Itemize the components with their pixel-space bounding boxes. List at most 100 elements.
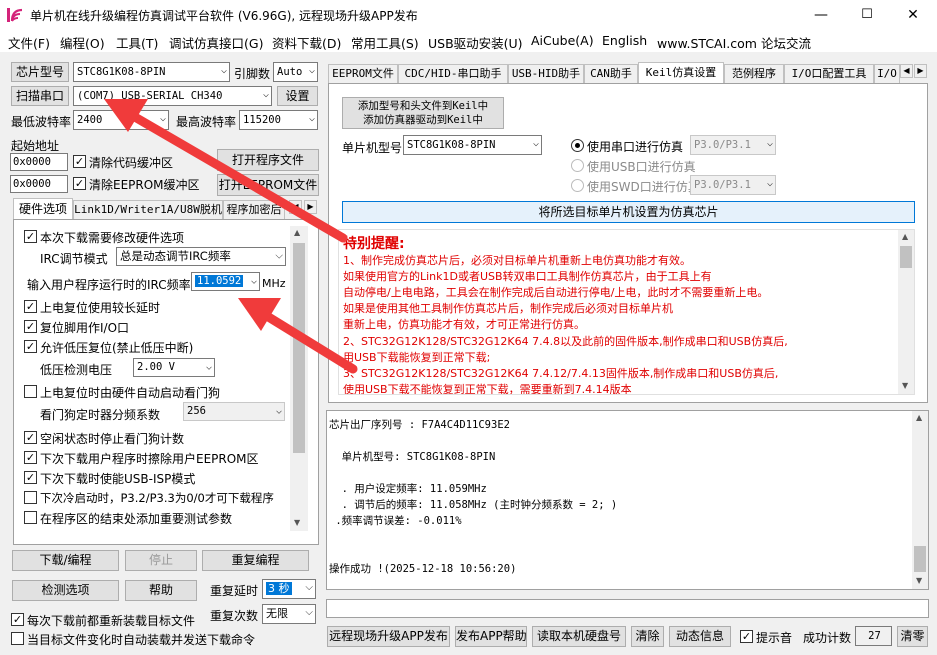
reset-count-button[interactable]: 清零 (897, 626, 928, 647)
tab-scroll-right-icon[interactable]: ▶ (914, 64, 927, 78)
sim-usb-radio[interactable] (571, 159, 584, 172)
port-select[interactable]: (COM7) USB-SERIAL CH340 ⌵ (73, 86, 272, 106)
sim-serial-radio[interactable] (571, 139, 584, 152)
irc-freq-select[interactable]: 11.0592 ⌵ (191, 272, 260, 291)
menu-file[interactable]: 文件(F) (8, 33, 50, 52)
max-baud-select[interactable]: 115200 ⌵ (239, 110, 318, 130)
auto-reload-checkbox[interactable] (11, 632, 24, 645)
irc-mode-select[interactable]: 总是动态调节IRC频率 ⌵ (116, 247, 286, 266)
reset-pin-io-checkbox[interactable]: ✓ (24, 320, 37, 333)
minimize-icon[interactable]: — (798, 0, 844, 30)
maximize-icon[interactable]: ☐ (844, 0, 890, 30)
notice-scrollbar[interactable]: ▲ ▼ (898, 230, 914, 394)
lv-detect-select[interactable]: 2.00 V ⌵ (133, 358, 215, 377)
scroll-thumb[interactable] (900, 246, 912, 268)
menu-program[interactable]: 编程(O) (60, 33, 105, 52)
tab-usb-hid[interactable]: USB-HID助手 (508, 64, 584, 83)
menu-tools[interactable]: 工具(T) (116, 33, 158, 52)
close-icon[interactable]: ✕ (890, 0, 936, 30)
tab-can[interactable]: CAN助手 (584, 64, 638, 83)
beep-checkbox[interactable]: ✓ (740, 630, 753, 643)
power-reset-delay-checkbox[interactable]: ✓ (24, 300, 37, 313)
erase-eeprom-checkbox[interactable]: ✓ (24, 451, 37, 464)
settings-button[interactable]: 设置 (277, 86, 318, 106)
pin-count-label: 引脚数 (234, 67, 271, 81)
scroll-down-icon[interactable]: ▼ (294, 518, 300, 527)
modify-hw-checkbox[interactable]: ✓ (24, 230, 37, 243)
scroll-down-icon[interactable]: ▼ (902, 381, 908, 390)
scan-port-button[interactable]: 扫描串口 (11, 86, 69, 106)
scroll-thumb[interactable] (293, 243, 305, 453)
reprogram-button[interactable]: 重复编程 (202, 550, 309, 571)
chip-type-button[interactable]: 芯片型号 (11, 62, 69, 82)
tab-cdc-hid-serial[interactable]: CDC/HID-串口助手 (398, 64, 508, 83)
min-baud-label: 最低波特率 (11, 115, 72, 129)
repeat-count-select[interactable]: 无限 ⌵ (262, 604, 316, 624)
low-voltage-reset-checkbox[interactable]: ✓ (24, 340, 37, 353)
menu-common-tools[interactable]: 常用工具(S) (351, 33, 419, 52)
stop-button[interactable]: 停止 (125, 550, 197, 571)
clear-eeprom-checkbox[interactable]: ✓ (73, 177, 86, 190)
min-baud-value: 2400 (77, 114, 103, 126)
code-address-input[interactable]: 0x0000 (10, 153, 68, 171)
publish-help-button[interactable]: 发布APP帮助 (455, 626, 527, 647)
start-address-label: 起始地址 (11, 139, 60, 153)
anim-info-button[interactable]: 动态信息 (669, 626, 731, 647)
tab-keil-sim[interactable]: Keil仿真设置 (638, 62, 724, 83)
open-program-button[interactable]: 打开程序文件 (217, 149, 319, 171)
clear-code-checkbox[interactable]: ✓ (73, 155, 86, 168)
add-test-params-checkbox[interactable] (24, 511, 37, 524)
reload-every-checkbox[interactable]: ✓ (11, 613, 24, 626)
mcu-model-select[interactable]: STC8G1K08-8PIN ⌵ (403, 135, 542, 155)
wdt-div-value: 256 (187, 405, 206, 417)
clear-button[interactable]: 清除 (631, 626, 664, 647)
tab-examples[interactable]: 范例程序 (724, 64, 784, 83)
idle-stop-wdt-checkbox[interactable]: ✓ (24, 431, 37, 444)
help-button[interactable]: 帮助 (125, 580, 197, 601)
eeprom-address-input[interactable]: 0x0000 (10, 175, 68, 193)
sim-serial-port-select[interactable]: P3.0/P3.1 ⌵ (690, 135, 776, 155)
sim-swd-port-value: P3.0/P3.1 (694, 179, 751, 191)
menu-forum[interactable]: www.STCAI.com 论坛交流 (657, 33, 811, 52)
min-baud-select[interactable]: 2400 ⌵ (73, 110, 169, 130)
add-to-keil-button[interactable]: 添加型号和头文件到Keil中 添加仿真器驱动到Keil中 (342, 97, 504, 129)
usb-isp-checkbox[interactable]: ✓ (24, 471, 37, 484)
log-scrollbar[interactable]: ▲ ▼ (912, 411, 928, 589)
auto-wdt-checkbox[interactable] (24, 385, 37, 398)
pin-count-select[interactable]: Auto ⌵ (273, 62, 318, 82)
tab-io-more[interactable]: I/O (874, 64, 900, 83)
open-eeprom-button[interactable]: 打开EEPROM文件 (217, 174, 319, 196)
tab-hardware-options[interactable]: 硬件选项 (13, 198, 73, 219)
cold-boot-checkbox[interactable] (24, 491, 37, 504)
notice-title: 特别提醒: (343, 236, 405, 252)
scroll-up-icon[interactable]: ▲ (902, 232, 908, 241)
menu-aicube[interactable]: AiCube(A) (531, 33, 594, 48)
scroll-down-icon[interactable]: ▼ (916, 576, 922, 585)
sim-swd-radio[interactable] (571, 179, 584, 192)
tab-offline-writer[interactable]: Link1D/Writer1A/U8W脱机 (73, 200, 223, 219)
remote-upgrade-button[interactable]: 远程现场升级APP发布 (327, 626, 450, 647)
tab-eeprom-file[interactable]: EEPROM文件 (328, 64, 398, 83)
chip-type-select[interactable]: STC8G1K08-8PIN ⌵ (73, 62, 230, 82)
set-sim-chip-button[interactable]: 将所选目标单片机设置为仿真芯片 (342, 201, 915, 223)
scroll-up-icon[interactable]: ▲ (916, 413, 922, 422)
sim-swd-port-select[interactable]: P3.0/P3.1 ⌵ (690, 175, 776, 195)
check-options-button[interactable]: 检测选项 (12, 580, 119, 601)
wdt-div-select[interactable]: 256 ⌵ (183, 402, 285, 421)
pin-count-value: Auto (277, 66, 303, 78)
scroll-thumb[interactable] (914, 546, 926, 572)
scroll-up-icon[interactable]: ▲ (294, 228, 300, 237)
tab-scroll-left-icon[interactable]: ◀ (289, 200, 302, 214)
options-scrollbar[interactable]: ▲ ▼ (290, 226, 308, 531)
download-program-button[interactable]: 下载/编程 (12, 550, 119, 571)
menu-debug[interactable]: 调试仿真接口(G) (169, 33, 263, 52)
repeat-delay-select[interactable]: 3 秒 ⌵ (262, 579, 316, 599)
menu-english[interactable]: English (602, 33, 647, 48)
menu-download[interactable]: 资料下载(D) (272, 33, 341, 52)
tab-scroll-right-icon[interactable]: ▶ (304, 200, 317, 214)
tab-io-config[interactable]: I/O口配置工具 (784, 64, 874, 83)
tab-scroll-left-icon[interactable]: ◀ (900, 64, 913, 78)
menu-usb-driver[interactable]: USB驱动安装(U) (428, 33, 523, 52)
tab-encryption[interactable]: 程序加密后 (223, 200, 285, 219)
read-disk-id-button[interactable]: 读取本机硬盘号 (532, 626, 626, 647)
